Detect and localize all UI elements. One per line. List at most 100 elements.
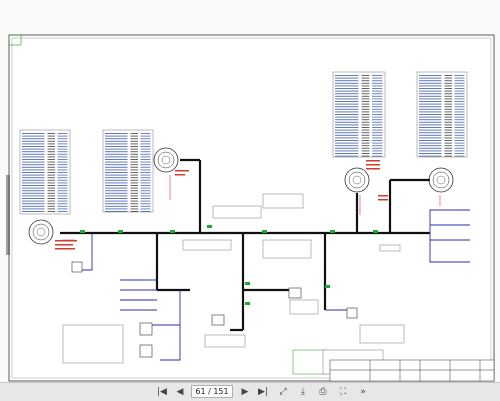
page-indicator: 61 / 151 bbox=[195, 387, 229, 396]
table-cell-text bbox=[335, 142, 359, 144]
table-cell-text bbox=[47, 156, 55, 158]
table-cell-text bbox=[22, 156, 45, 158]
table-cell-text bbox=[361, 75, 370, 76]
table-cell-text bbox=[372, 142, 383, 144]
table-cell-text bbox=[22, 182, 45, 184]
table-cell-text bbox=[57, 146, 68, 147]
table-cell-text bbox=[454, 137, 465, 139]
table-cell-text bbox=[444, 111, 452, 113]
table-cell-text bbox=[140, 185, 151, 186]
table-cell-text bbox=[22, 133, 45, 134]
table-cell-text bbox=[454, 142, 465, 144]
table-cell-text bbox=[335, 85, 359, 87]
table-cell-text bbox=[22, 179, 45, 181]
table-cell-text bbox=[444, 101, 452, 102]
table-cell-text bbox=[22, 140, 45, 142]
table-cell-text bbox=[361, 80, 370, 82]
table-cell-text bbox=[130, 159, 138, 160]
table-cell-text bbox=[57, 135, 68, 137]
table-cell-text bbox=[454, 103, 465, 105]
table-cell-text bbox=[105, 133, 128, 134]
table-cell-text bbox=[47, 140, 55, 142]
table-cell-text bbox=[47, 133, 55, 134]
table-cell-text bbox=[419, 155, 442, 157]
table-cell-text bbox=[419, 114, 442, 115]
table-cell-text bbox=[22, 148, 45, 150]
last-page-icon[interactable]: ▶| bbox=[256, 385, 270, 399]
table-cell-text bbox=[444, 116, 452, 118]
table-cell-text bbox=[22, 172, 45, 173]
table-cell-text bbox=[130, 143, 138, 145]
table-cell-text bbox=[372, 129, 383, 131]
table-cell-text bbox=[47, 200, 55, 202]
table-cell-text bbox=[372, 106, 383, 108]
table-cell-text bbox=[335, 80, 359, 82]
table-cell-text bbox=[140, 182, 151, 184]
table-cell-text bbox=[105, 177, 128, 179]
table-cell-text bbox=[361, 114, 370, 115]
table-cell-text bbox=[454, 101, 465, 102]
page-number-field[interactable]: 61 / 151 bbox=[191, 385, 233, 398]
table-cell-text bbox=[105, 159, 128, 160]
print-icon[interactable]: ⎙ bbox=[316, 385, 330, 399]
table-cell-text bbox=[361, 82, 370, 84]
table-cell-text bbox=[57, 164, 68, 166]
table-cell-text bbox=[22, 203, 45, 205]
table-cell-text bbox=[140, 174, 151, 176]
download-icon[interactable]: ⤓ bbox=[296, 385, 310, 399]
table-cell-text bbox=[105, 203, 128, 205]
table-cell-text bbox=[47, 146, 55, 147]
table-cell-text bbox=[105, 151, 128, 153]
table-cell-text bbox=[105, 208, 128, 210]
table-cell-text bbox=[372, 108, 383, 110]
table-cell-text bbox=[22, 185, 45, 186]
table-cell-text bbox=[105, 135, 128, 137]
table-cell-text bbox=[454, 75, 465, 76]
table-cell-text bbox=[372, 137, 383, 139]
table-cell-text bbox=[361, 85, 370, 87]
table-cell-text bbox=[47, 164, 55, 166]
fit-width-icon[interactable]: ⤢ bbox=[276, 385, 290, 399]
table-cell-text bbox=[105, 182, 128, 184]
table-cell-text bbox=[105, 156, 128, 158]
table-cell-text bbox=[454, 77, 465, 79]
table-cell-text bbox=[335, 93, 359, 95]
table-cell-text bbox=[361, 127, 370, 128]
table-cell-text bbox=[22, 187, 45, 189]
table-cell-text bbox=[57, 151, 68, 153]
table-cell-text bbox=[372, 75, 383, 76]
table-cell-text bbox=[454, 121, 465, 123]
table-cell-text bbox=[444, 153, 452, 154]
table-cell-text bbox=[419, 119, 442, 121]
table-cell-text bbox=[361, 90, 370, 92]
table-cell-text bbox=[444, 90, 452, 92]
table-cell-text bbox=[57, 143, 68, 145]
table-cell-text bbox=[130, 164, 138, 166]
table-cell-text bbox=[361, 134, 370, 136]
more-icon[interactable]: » bbox=[356, 385, 370, 399]
table-cell-text bbox=[22, 177, 45, 179]
table-cell-text bbox=[444, 134, 452, 136]
table-cell-text bbox=[454, 106, 465, 108]
table-cell-text bbox=[335, 124, 359, 126]
table-cell-text bbox=[22, 208, 45, 210]
table-cell-text bbox=[140, 138, 151, 140]
table-cell-text bbox=[140, 192, 151, 194]
table-cell-text bbox=[22, 161, 45, 163]
previous-page-icon[interactable]: ◀ bbox=[173, 385, 187, 399]
table-cell-text bbox=[372, 82, 383, 84]
table-cell-text bbox=[372, 132, 383, 134]
table-cell-text bbox=[130, 192, 138, 194]
next-page-icon[interactable]: ▶ bbox=[238, 385, 252, 399]
table-cell-text bbox=[444, 140, 452, 141]
table-cell-text bbox=[361, 119, 370, 121]
table-cell-text bbox=[372, 95, 383, 97]
table-cell-text bbox=[105, 187, 128, 189]
first-page-icon[interactable]: |◀ bbox=[155, 385, 169, 399]
viewer-toolbar: |◀ ◀ 61 / 151 ▶ ▶| ⤢ ⤓ ⎙ ⛶ » bbox=[0, 382, 500, 401]
table-cell-text bbox=[361, 132, 370, 134]
table-cell-text bbox=[47, 138, 55, 140]
table-cell-text bbox=[454, 82, 465, 84]
table-cell-text bbox=[335, 95, 359, 97]
fullscreen-icon[interactable]: ⛶ bbox=[336, 385, 350, 399]
